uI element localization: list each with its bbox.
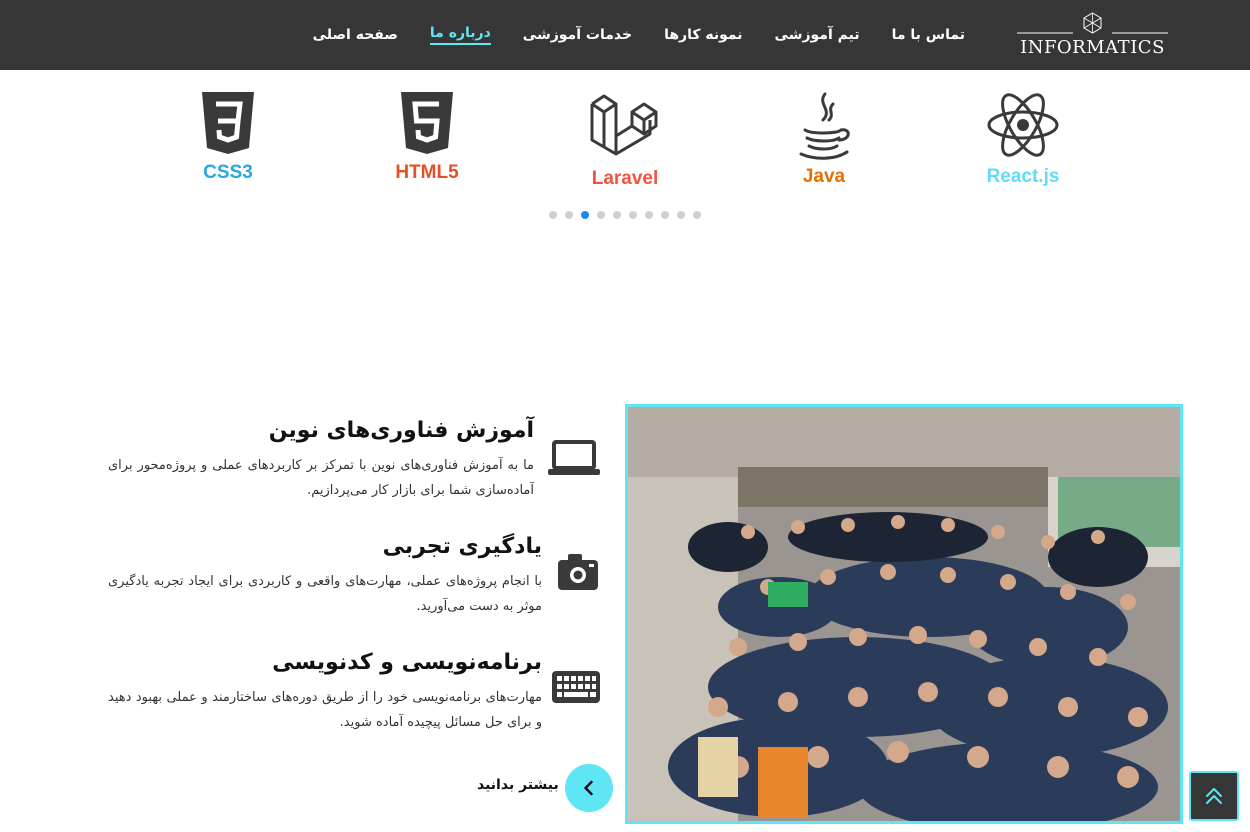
site-header: INFORMATICS صفحه اصلی درباره ما خدمات آم… bbox=[0, 0, 1250, 70]
laptop-icon bbox=[548, 440, 600, 480]
carousel-dot[interactable] bbox=[677, 211, 685, 219]
carousel-dot-active[interactable] bbox=[581, 211, 589, 219]
feature-programming: برنامه‌نویسی و کدنویسی مهارت‌های برنامه‌… bbox=[108, 650, 542, 735]
carousel-label-html5: HTML5 bbox=[395, 162, 459, 183]
carousel-dot[interactable] bbox=[565, 211, 573, 219]
chevron-left-icon bbox=[584, 780, 593, 796]
double-chevron-up-icon bbox=[1206, 788, 1222, 804]
nav-contact[interactable]: تماس با ما bbox=[892, 27, 965, 43]
carousel-item-html5[interactable]: HTML5 bbox=[372, 90, 482, 184]
keyboard-icon bbox=[552, 671, 600, 707]
nav-about[interactable]: درباره ما bbox=[429, 25, 491, 45]
nav-portfolio[interactable]: نمونه کارها bbox=[664, 27, 742, 43]
java-icon bbox=[799, 92, 850, 160]
site-logo[interactable]: INFORMATICS bbox=[1015, 10, 1170, 62]
scroll-to-top-button[interactable] bbox=[1189, 771, 1239, 821]
group-photo-image bbox=[628, 407, 1180, 821]
nav-team[interactable]: تیم آموزشی bbox=[775, 27, 860, 43]
carousel-item-laravel[interactable]: Laravel bbox=[570, 90, 680, 190]
feature-text: با انجام پروژه‌های عملی، مهارت‌های واقعی… bbox=[108, 574, 542, 614]
feature-title: آموزش فناوری‌های نوین bbox=[268, 418, 534, 443]
carousel-label-laravel: Laravel bbox=[591, 168, 659, 189]
carousel-label-java: Java bbox=[802, 166, 846, 187]
carousel-label-react: React.js bbox=[986, 166, 1060, 187]
learn-more-button[interactable] bbox=[565, 764, 613, 812]
nav-services[interactable]: خدمات آموزشی bbox=[523, 27, 632, 43]
carousel-dot[interactable] bbox=[613, 211, 621, 219]
carousel-pagination bbox=[549, 211, 701, 219]
react-icon bbox=[987, 93, 1059, 157]
nav-home[interactable]: صفحه اصلی bbox=[313, 27, 398, 43]
feature-title: برنامه‌نویسی و کدنویسی bbox=[272, 650, 542, 675]
carousel-dot[interactable] bbox=[549, 211, 557, 219]
css3-icon bbox=[202, 92, 254, 154]
html5-icon bbox=[401, 92, 453, 154]
carousel-dot[interactable] bbox=[629, 211, 637, 219]
feature-title: یادگیری تجربی bbox=[382, 534, 542, 559]
feature-experiential: یادگیری تجربی با انجام پروژه‌های عملی، م… bbox=[108, 534, 542, 619]
feature-text: مهارت‌های برنامه‌نویسی خود را از طریق دو… bbox=[108, 690, 542, 730]
carousel-label-css3: CSS3 bbox=[203, 162, 253, 183]
laravel-icon bbox=[590, 94, 658, 156]
carousel-dot[interactable] bbox=[661, 211, 669, 219]
learn-more-link[interactable]: بیشتر بدانید bbox=[477, 777, 559, 793]
carousel-item-css3[interactable]: CSS3 bbox=[173, 90, 283, 184]
feature-modern-tech: آموزش فناوری‌های نوین ما به آموزش فناوری… bbox=[108, 418, 534, 503]
carousel-dot[interactable] bbox=[693, 211, 701, 219]
main-nav: صفحه اصلی درباره ما خدمات آموزشی نمونه ک… bbox=[313, 0, 965, 70]
logo-text: INFORMATICS bbox=[1020, 37, 1165, 58]
carousel-item-react[interactable]: React.js bbox=[968, 90, 1078, 188]
carousel-dot[interactable] bbox=[597, 211, 605, 219]
camera-icon bbox=[556, 552, 600, 596]
group-photo bbox=[625, 404, 1183, 824]
carousel-item-java[interactable]: Java bbox=[769, 90, 879, 188]
carousel-dot[interactable] bbox=[645, 211, 653, 219]
feature-text: ما به آموزش فناوری‌های نوین با تمرکز بر … bbox=[108, 458, 534, 498]
